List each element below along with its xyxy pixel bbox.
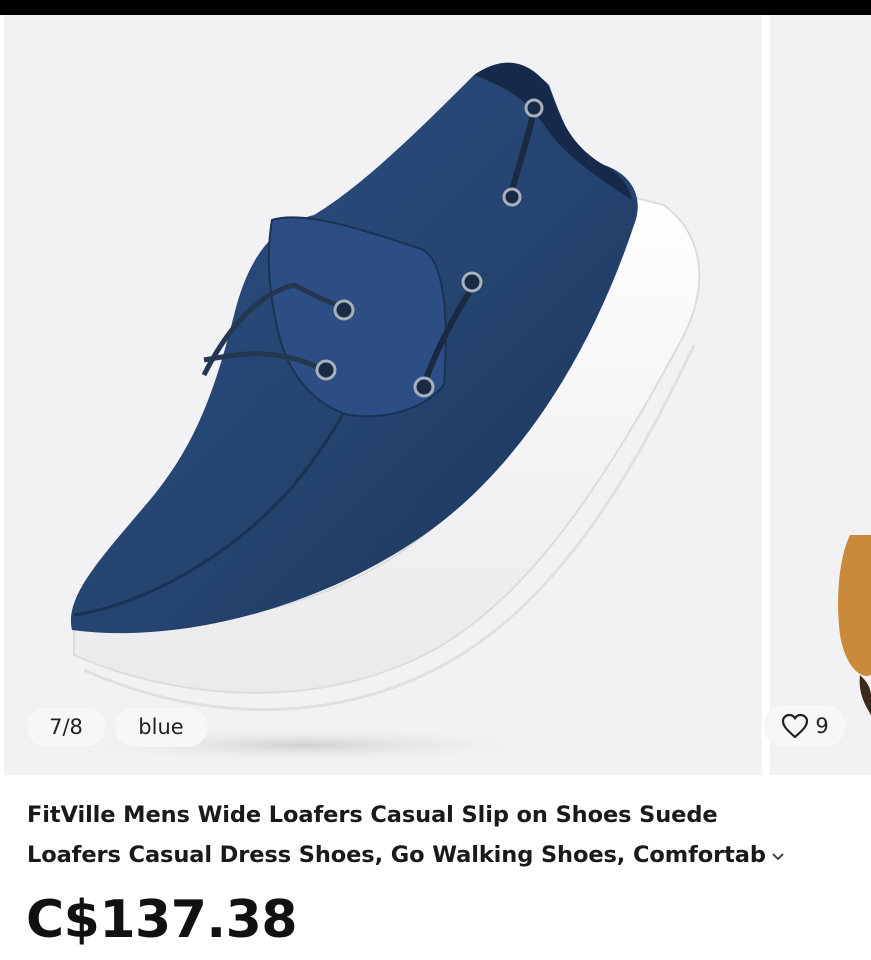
product-image-next[interactable] bbox=[770, 15, 871, 775]
product-image-main[interactable] bbox=[4, 15, 762, 775]
product-price: C$137.38 bbox=[26, 890, 298, 950]
product-title-line-2-text: Loafers Casual Dress Shoes, Go Walking S… bbox=[27, 842, 766, 868]
product-title[interactable]: FitVille Mens Wide Loafers Casual Slip o… bbox=[27, 795, 857, 875]
product-title-line-2: Loafers Casual Dress Shoes, Go Walking S… bbox=[27, 835, 857, 875]
image-counter: 7/8 bbox=[26, 707, 106, 747]
product-image-gallery[interactable]: 7/8 blue 9 bbox=[0, 15, 871, 775]
heart-outline-icon bbox=[782, 713, 809, 739]
chevron-down-icon[interactable] bbox=[770, 848, 786, 864]
product-title-line-1: FitVille Mens Wide Loafers Casual Slip o… bbox=[27, 802, 718, 828]
status-bar bbox=[0, 0, 871, 15]
product-photo-next-tan bbox=[838, 535, 871, 715]
product-photo-blue-loafer bbox=[54, 62, 701, 763]
favorite-button[interactable]: 9 bbox=[764, 705, 846, 747]
favorites-count: 9 bbox=[815, 714, 829, 738]
color-variant-label[interactable]: blue bbox=[114, 707, 208, 747]
